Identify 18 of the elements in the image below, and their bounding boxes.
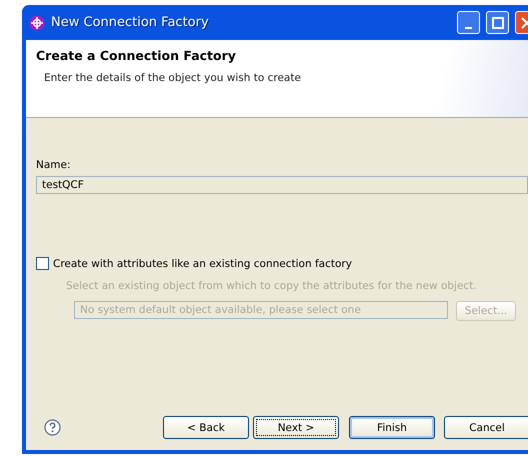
dialog-button[interactable]: Next > xyxy=(253,416,339,439)
copy-checkbox[interactable] xyxy=(36,257,49,270)
maximize-button[interactable] xyxy=(486,11,509,34)
help-icon[interactable] xyxy=(44,419,61,436)
name-field[interactable]: testQCF xyxy=(36,176,528,194)
window-title: New Connection Factory xyxy=(51,15,210,30)
dialog-button[interactable]: Finish xyxy=(349,416,435,439)
dialog-button[interactable]: Cancel xyxy=(444,416,528,439)
minimize-button[interactable] xyxy=(457,11,480,34)
copy-description: Select an existing object from which to copy the attributes for the new object. xyxy=(66,280,478,292)
checkbox-label: Create with attributes like an existing connection factory xyxy=(53,258,352,270)
dialog-button[interactable]: < Back xyxy=(163,416,249,439)
minimize-icon xyxy=(465,26,472,28)
maximize-icon xyxy=(492,16,504,28)
app-icon xyxy=(29,14,45,30)
page-description: Enter the details of the object you wish to create xyxy=(44,72,302,84)
page-title: Create a Connection Factory xyxy=(36,48,237,63)
name-label: Name: xyxy=(36,159,72,171)
